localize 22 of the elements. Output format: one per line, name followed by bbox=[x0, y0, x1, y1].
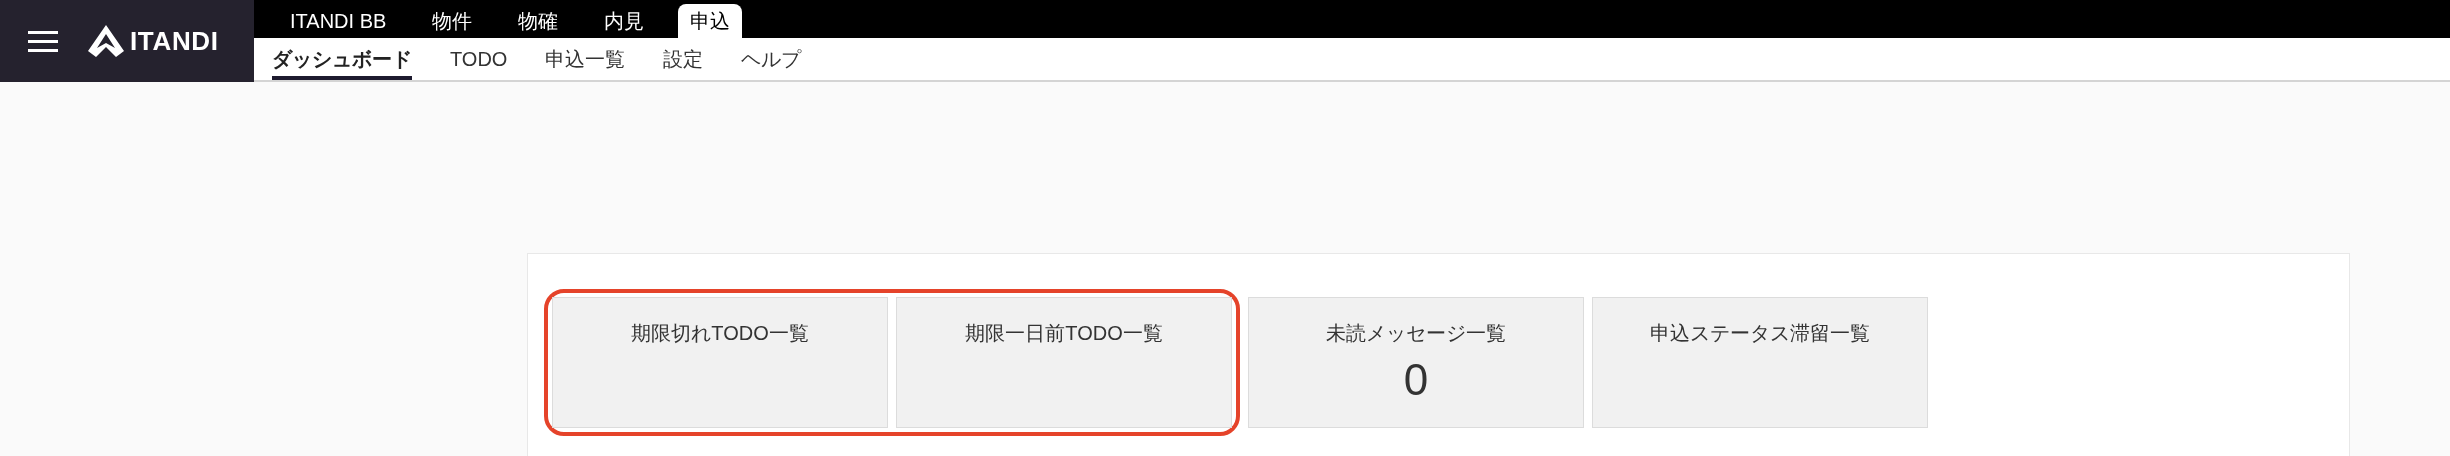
card-title: 申込ステータス滞留一覧 bbox=[1650, 321, 1870, 346]
nav-link[interactable]: ヘルプ bbox=[741, 38, 802, 80]
card-title: 未読メッセージ一覧 bbox=[1326, 321, 1506, 346]
nav-link[interactable]: TODO bbox=[450, 38, 508, 80]
app-tab[interactable]: 物件 bbox=[420, 4, 485, 38]
nav-link[interactable]: ダッシュボード bbox=[272, 38, 412, 80]
nav-link[interactable]: 申込一覧 bbox=[545, 38, 626, 80]
card-title: 期限切れTODO一覧 bbox=[631, 321, 809, 346]
card-title: 期限一日前TODO一覧 bbox=[965, 321, 1163, 346]
app-tab[interactable]: 物確 bbox=[506, 4, 571, 38]
dashboard-card[interactable]: 期限一日前TODO一覧 bbox=[896, 297, 1232, 428]
app-tab[interactable]: ITANDI BB bbox=[278, 4, 399, 38]
logo-text: ITANDI bbox=[130, 24, 219, 58]
logo-icon bbox=[88, 25, 124, 57]
app-tab[interactable]: 申込 bbox=[678, 4, 743, 38]
nav-link[interactable]: 設定 bbox=[663, 38, 704, 80]
menu-icon[interactable] bbox=[28, 29, 58, 53]
dashboard-card[interactable]: 期限切れTODO一覧 bbox=[552, 297, 888, 428]
card-count: 0 bbox=[1403, 358, 1429, 402]
dashboard-card[interactable]: 未読メッセージ一覧 0 bbox=[1248, 297, 1584, 428]
app-tab[interactable]: 内見 bbox=[592, 4, 657, 38]
dashboard-card[interactable]: 申込ステータス滞留一覧 bbox=[1592, 297, 1928, 428]
